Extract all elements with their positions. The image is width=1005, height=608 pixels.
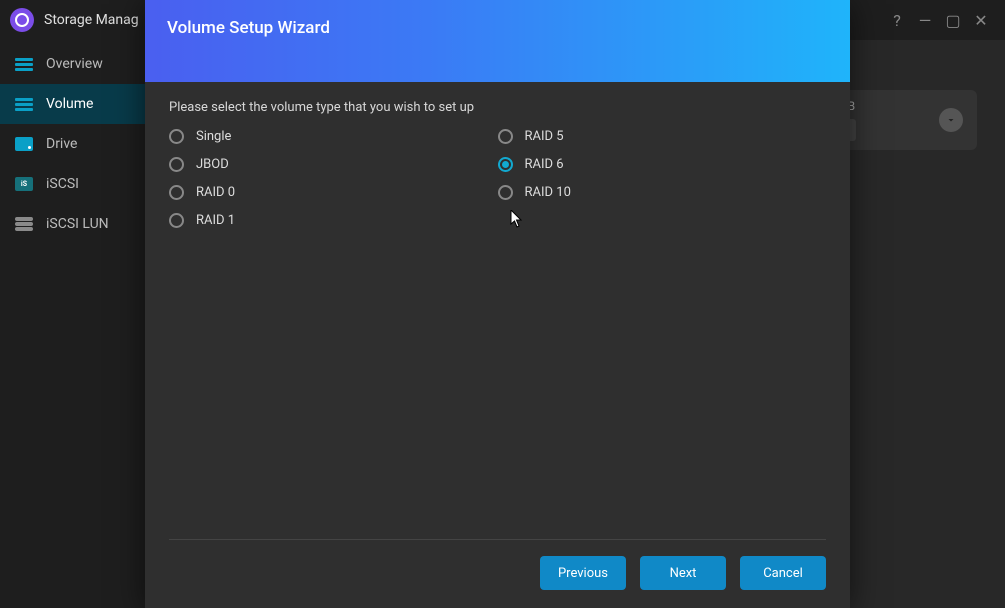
radio-icon [169,157,184,172]
chevron-down-icon[interactable] [939,108,963,132]
sidebar: Overview Volume Drive iS iSCSI iSCSI LUN [0,40,145,608]
radio-column-right: RAID 5 RAID 6 RAID 10 [498,129,827,228]
radio-option-raid10[interactable]: RAID 10 [498,185,827,200]
sidebar-item-label: Overview [46,56,103,72]
radio-label: Single [196,129,231,144]
radio-icon [169,129,184,144]
radio-icon [498,157,513,172]
radio-label: JBOD [196,157,229,172]
next-button[interactable]: Next [640,556,726,590]
sidebar-item-label: Volume [46,96,93,112]
radio-icon [169,185,184,200]
radio-label: RAID 5 [525,129,564,144]
modal-footer: Previous Next Cancel [169,539,826,608]
radio-icon [498,185,513,200]
radio-option-raid5[interactable]: RAID 5 [498,129,827,144]
maximize-icon[interactable]: ▢ [939,6,967,34]
iscsi-icon: iS [14,175,34,193]
radio-label: RAID 10 [525,185,571,200]
sidebar-item-overview[interactable]: Overview [0,44,145,84]
minimize-icon[interactable]: — [911,6,939,34]
radio-icon [169,213,184,228]
radio-option-raid6[interactable]: RAID 6 [498,157,827,172]
radio-option-jbod[interactable]: JBOD [169,157,498,172]
sidebar-item-iscsi[interactable]: iS iSCSI [0,164,145,204]
drive-icon [14,135,34,153]
volume-icon [14,95,34,113]
cancel-button[interactable]: Cancel [740,556,826,590]
app-icon [10,8,34,32]
overview-icon [14,55,34,73]
radio-column-left: Single JBOD RAID 0 RAID 1 [169,129,498,228]
sidebar-item-label: iSCSI LUN [46,216,109,232]
modal-prompt: Please select the volume type that you w… [169,100,826,115]
modal-body: Please select the volume type that you w… [145,82,850,539]
radio-label: RAID 0 [196,185,235,200]
sidebar-item-label: Drive [46,136,77,152]
help-icon[interactable]: ? [883,6,911,34]
sidebar-item-label: iSCSI [46,176,79,192]
radio-option-raid1[interactable]: RAID 1 [169,213,498,228]
app-title: Storage Manag [44,12,139,28]
radio-label: RAID 6 [525,157,564,172]
sidebar-item-volume[interactable]: Volume [0,84,145,124]
radio-option-single[interactable]: Single [169,129,498,144]
sidebar-item-iscsi-lun[interactable]: iSCSI LUN [0,204,145,244]
radio-icon [498,129,513,144]
radio-label: RAID 1 [196,213,235,228]
close-icon[interactable]: ✕ [967,6,995,34]
modal-header: Volume Setup Wizard [145,0,850,82]
volume-setup-wizard-modal: Volume Setup Wizard Please select the vo… [145,0,850,608]
modal-title: Volume Setup Wizard [167,18,330,38]
previous-button[interactable]: Previous [540,556,626,590]
sidebar-item-drive[interactable]: Drive [0,124,145,164]
iscsi-lun-icon [14,215,34,233]
radio-option-raid0[interactable]: RAID 0 [169,185,498,200]
